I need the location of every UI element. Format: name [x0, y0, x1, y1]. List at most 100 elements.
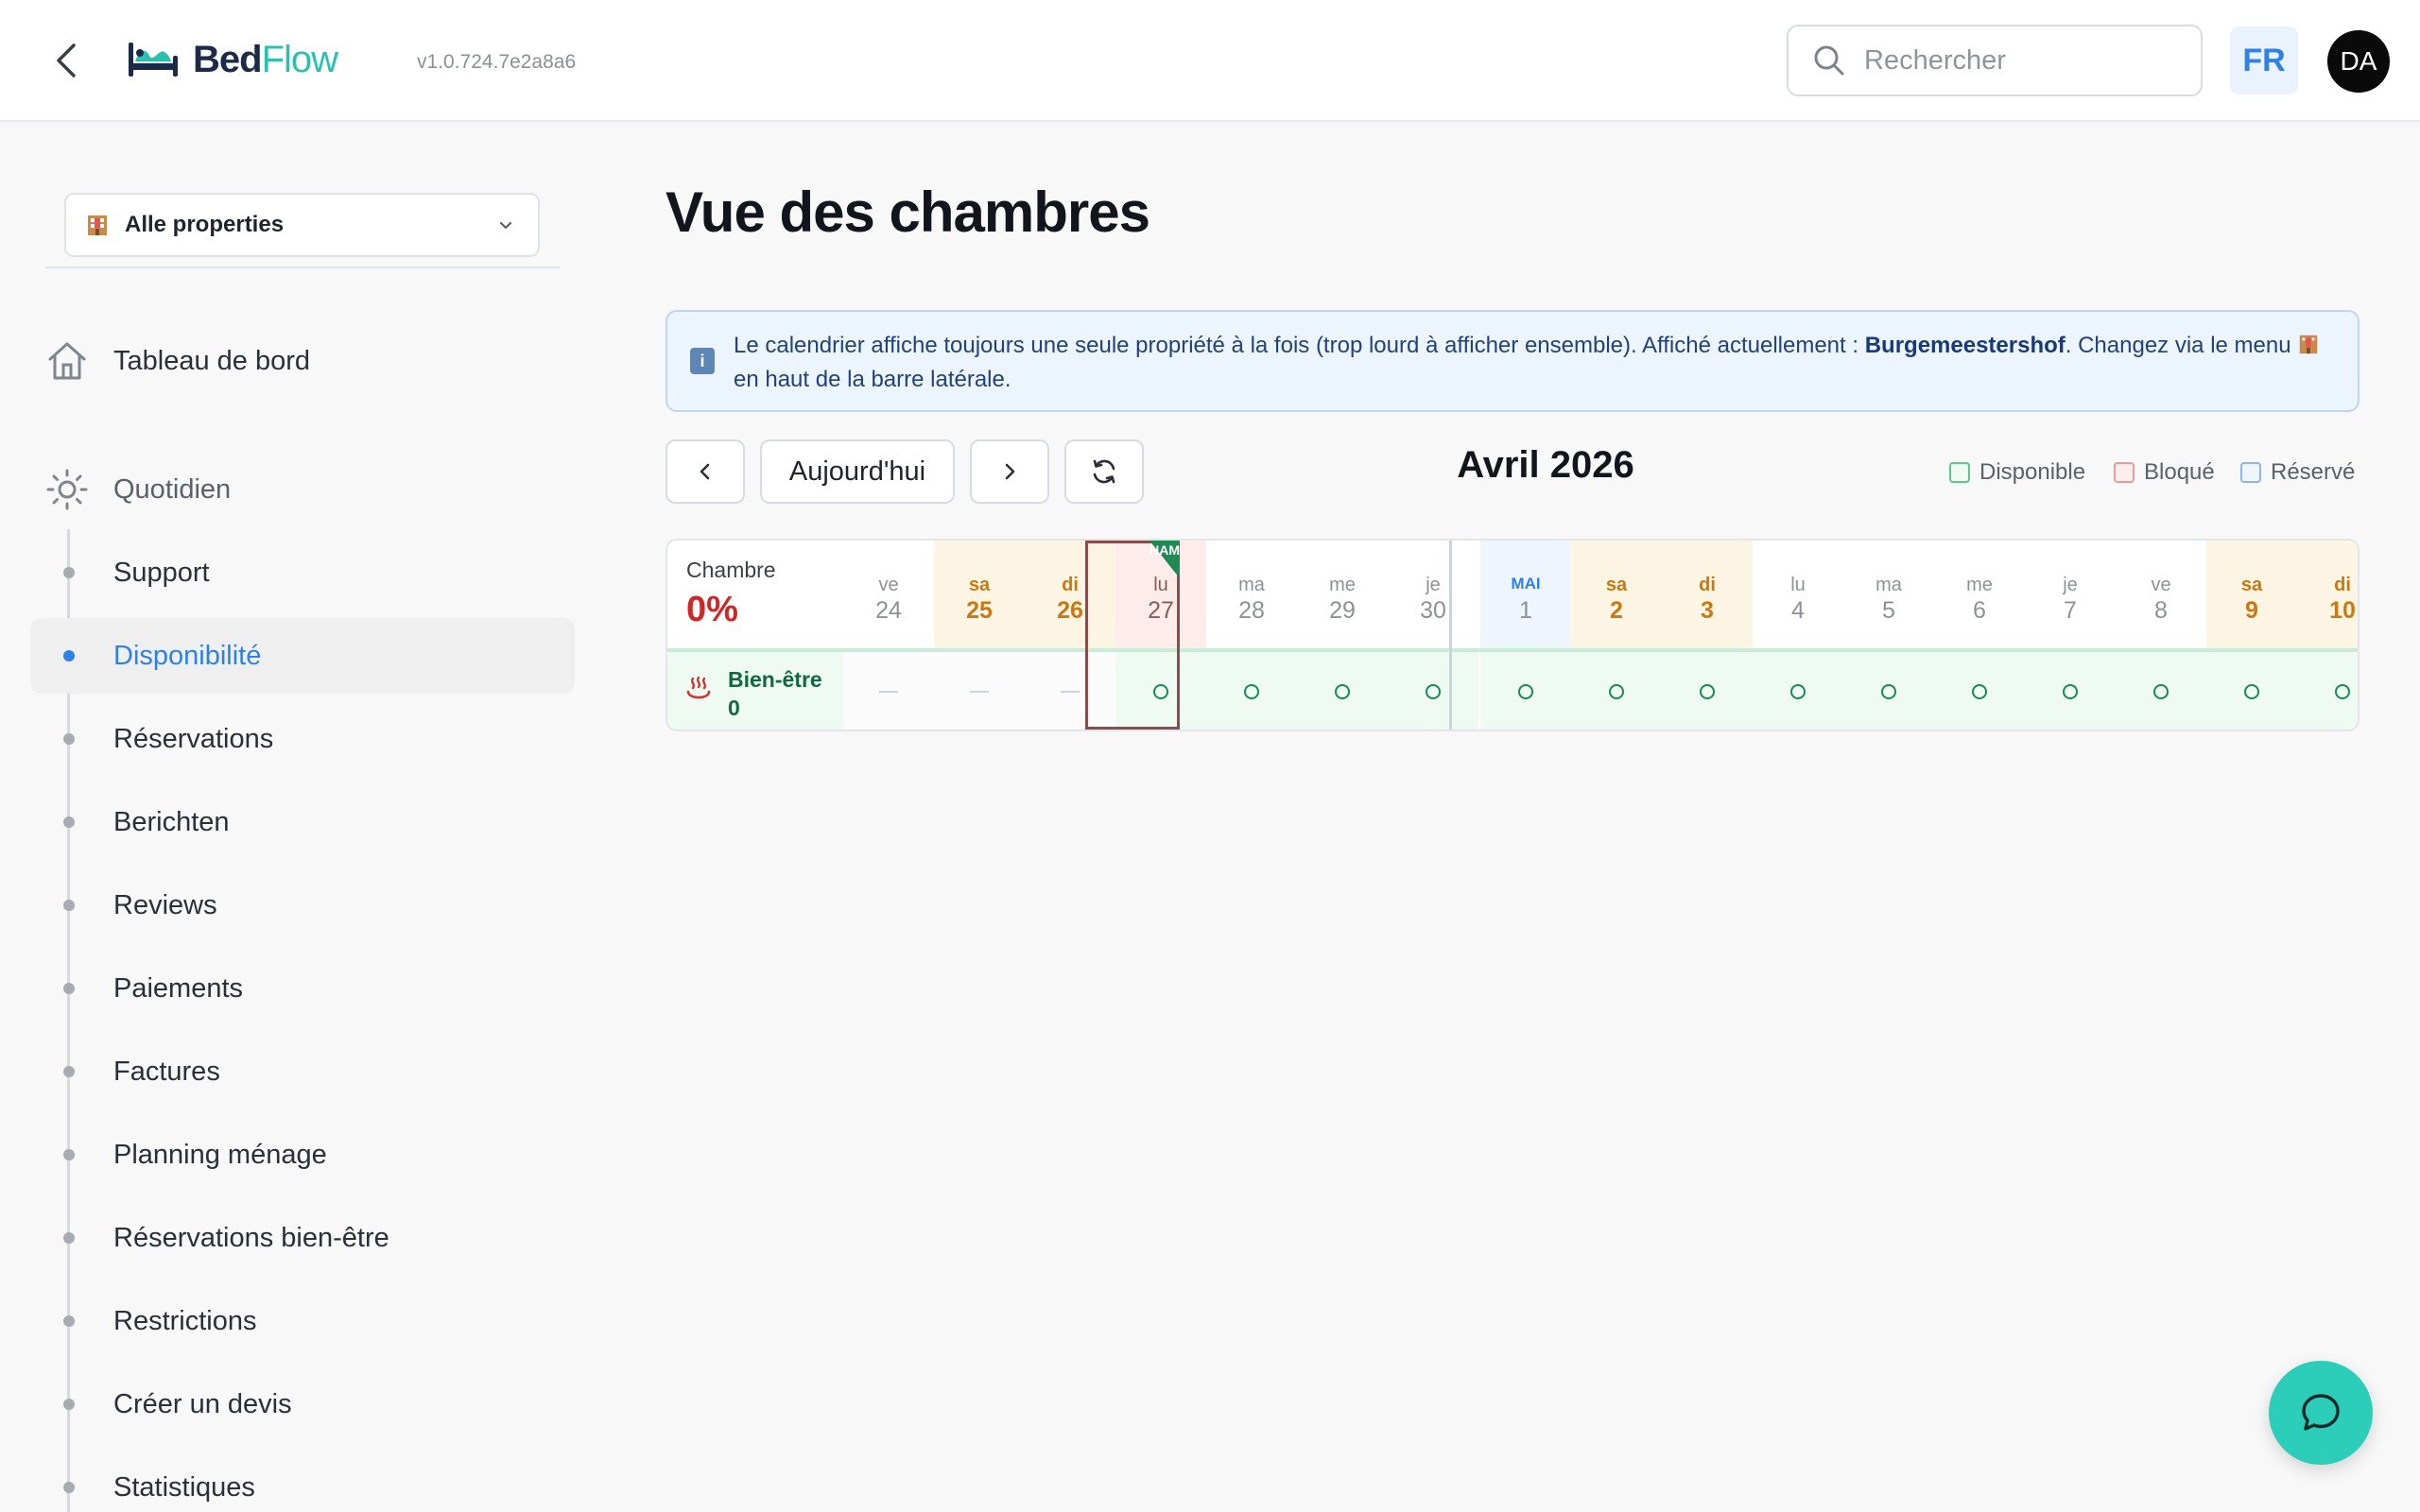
day-column: ve 8 — [2116, 541, 2206, 730]
day-cell-available[interactable] — [2206, 652, 2297, 730]
day-of-week: sa — [968, 575, 991, 595]
day-of-week: ve — [2151, 575, 2171, 595]
today-button[interactable]: Aujourd'hui — [760, 439, 955, 504]
room-row-label[interactable]: Bien-être 0 — [667, 652, 843, 730]
sidebar-item-reviews[interactable]: Reviews — [30, 868, 575, 943]
day-header[interactable]: di 26 — [1025, 541, 1115, 648]
property-select[interactable]: Alle properties — [64, 193, 540, 257]
sidebar-item-invoices[interactable]: Factures — [30, 1034, 575, 1109]
available-circle-icon — [1153, 684, 1168, 699]
top-bar: BedFlow v1.0.724.7e2a8a6 FR DA — [0, 0, 2420, 122]
day-header[interactable]: lu 4 — [1753, 541, 1843, 648]
day-header[interactable]: MAI 1 — [1480, 541, 1571, 648]
day-cell-available[interactable] — [1571, 652, 1662, 730]
building-icon — [88, 215, 107, 235]
day-cell-past[interactable] — [843, 652, 934, 730]
back-button[interactable] — [47, 40, 85, 81]
day-of-week: me — [1966, 575, 1993, 595]
day-cell-available[interactable] — [1297, 652, 1388, 730]
day-number: 4 — [1791, 597, 1805, 624]
available-circle-icon — [2063, 684, 2078, 699]
search-box[interactable] — [1787, 25, 2203, 96]
day-column: je 7 — [2025, 541, 2116, 730]
day-cell-available[interactable] — [2116, 652, 2206, 730]
available-circle-icon — [2153, 684, 2169, 699]
sidebar-item-label: Réservations — [113, 723, 274, 754]
day-header[interactable]: ma 5 — [1843, 541, 1934, 648]
day-header[interactable]: ve 8 — [2116, 541, 2206, 648]
day-cell-available[interactable] — [1934, 652, 2025, 730]
day-of-week: lu — [1790, 575, 1806, 595]
page-title: Vue des chambres — [666, 180, 1150, 244]
day-header[interactable]: di 3 — [1662, 541, 1753, 648]
day-of-week: di — [1699, 575, 1716, 595]
legend-reserved-label: Réservé — [2271, 459, 2356, 485]
bed-logo-icon — [129, 43, 178, 77]
day-number: 25 — [966, 597, 993, 624]
sidebar-item-label: Créer un devis — [113, 1388, 292, 1419]
day-cell-past[interactable] — [934, 652, 1025, 730]
sidebar-item-support[interactable]: Support — [30, 535, 575, 610]
day-header[interactable]: je 7 — [2025, 541, 2116, 648]
prev-month-button[interactable] — [666, 439, 745, 504]
day-cell-available[interactable] — [1115, 652, 1206, 730]
chat-button[interactable] — [2269, 1361, 2373, 1465]
day-header[interactable]: me 6 — [1934, 541, 2025, 648]
day-cell-available[interactable] — [1662, 652, 1753, 730]
day-cell-available[interactable] — [2025, 652, 2116, 730]
nav-bullet — [63, 1066, 75, 1077]
occupancy-rate: 0% — [686, 590, 738, 629]
language-button[interactable]: FR — [2230, 26, 2298, 94]
chat-icon — [2302, 1394, 2340, 1431]
sidebar-item-create-quote[interactable]: Créer un devis — [30, 1366, 575, 1442]
day-header[interactable]: sa 9 — [2206, 541, 2297, 648]
refresh-button[interactable] — [1064, 439, 1144, 504]
month-separator — [1449, 541, 1452, 730]
day-number: 30 — [1420, 597, 1446, 624]
day-cell-available[interactable] — [1388, 652, 1478, 730]
day-header[interactable]: je 30 — [1388, 541, 1478, 648]
sun-icon — [46, 469, 88, 510]
day-header[interactable]: ma 28 — [1206, 541, 1297, 648]
sidebar-section-daily[interactable]: Quotidien — [45, 463, 231, 516]
day-number: 10 — [2329, 597, 2356, 624]
available-circle-icon — [1790, 684, 1806, 699]
day-of-week: sa — [2240, 575, 2263, 595]
sidebar-item-statistics[interactable]: Statistiques — [30, 1450, 575, 1512]
room-header-label: Chambre — [686, 558, 776, 582]
day-cell-past[interactable] — [1025, 652, 1115, 730]
day-header[interactable]: ve 24 — [843, 541, 934, 648]
day-header[interactable]: sa 2 — [1571, 541, 1662, 648]
sidebar-item-restrictions[interactable]: Restrictions — [30, 1283, 575, 1359]
next-month-button[interactable] — [970, 439, 1049, 504]
day-cell-available[interactable] — [1753, 652, 1843, 730]
chevron-down-icon — [499, 221, 512, 230]
day-column: sa 9 — [2206, 541, 2297, 730]
day-header[interactable]: di 10 — [2297, 541, 2358, 648]
day-of-week: MAI — [1511, 575, 1541, 593]
nav-bullet — [63, 1482, 75, 1493]
sidebar-item-reservations[interactable]: Réservations — [30, 701, 575, 777]
search-input[interactable] — [1864, 44, 2167, 77]
nav-bullet — [63, 650, 75, 662]
sidebar-item-messages[interactable]: Berichten — [30, 784, 575, 860]
day-cell-available[interactable] — [1206, 652, 1297, 730]
day-cell-available[interactable] — [1480, 652, 1571, 730]
back-chevron-icon — [57, 43, 76, 77]
day-cell-available[interactable] — [2297, 652, 2358, 730]
sidebar-item-dashboard[interactable]: Tableau de bord — [45, 335, 310, 387]
day-header[interactable]: sa 25 — [934, 541, 1025, 648]
sidebar-item-wellness-bookings[interactable]: Réservations bien-être — [30, 1200, 575, 1276]
legend-swatch-available — [1949, 462, 1970, 483]
app-logo[interactable]: BedFlow — [127, 36, 338, 83]
day-cell-available[interactable] — [1843, 652, 1934, 730]
user-avatar[interactable]: DA — [2327, 30, 2390, 93]
availability-calendar: Chambre 0% Bien-être 0 ve 24 sa 25 di 26 lu 27 m… — [666, 539, 2360, 731]
day-header[interactable]: me 29 — [1297, 541, 1388, 648]
sidebar-divider — [45, 266, 560, 268]
sidebar-item-availability[interactable]: Disponibilité — [30, 618, 575, 694]
sidebar-item-housekeeping[interactable]: Planning ménage — [30, 1117, 575, 1193]
nav-bullet — [63, 983, 75, 994]
sidebar-item-payments[interactable]: Paiements — [30, 951, 575, 1026]
logo-text-flow: Flow — [261, 38, 338, 80]
